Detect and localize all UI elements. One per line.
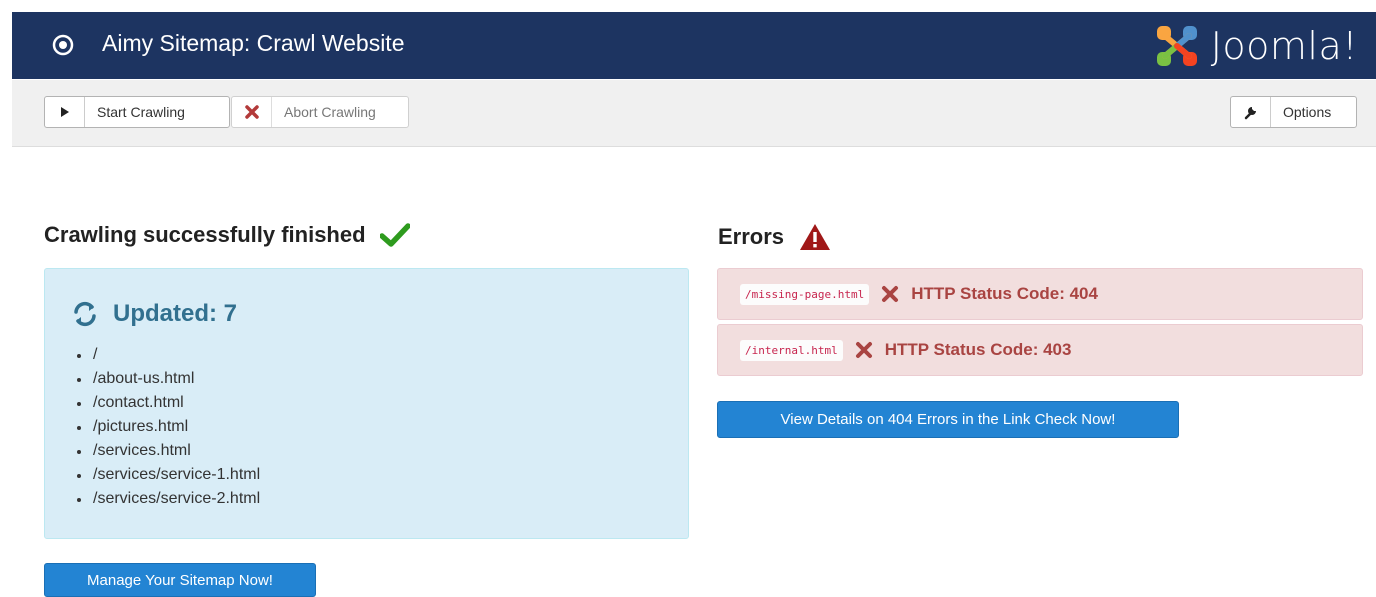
start-crawling-button[interactable]: Start Crawling <box>44 96 230 128</box>
wrench-icon <box>1231 97 1271 127</box>
joomla-logo: Joomla! <box>1153 22 1358 70</box>
error-status: HTTP Status Code: 403 <box>884 340 1072 359</box>
target-icon <box>52 34 74 56</box>
error-row: /missing-page.html HTTP Status Code: 404 <box>717 268 1363 320</box>
list-item: /services.html <box>91 439 260 463</box>
close-icon <box>881 285 899 303</box>
abort-crawling-button[interactable]: Abort Crawling <box>231 96 409 128</box>
crawl-status-text: Crawling successfully finished <box>44 222 366 247</box>
updated-panel: Updated: 7 / /about-us.html /contact.htm… <box>44 268 689 539</box>
checkmark-icon <box>379 223 410 247</box>
options-button[interactable]: Options <box>1230 96 1357 128</box>
close-icon <box>855 341 873 359</box>
close-icon <box>232 97 272 127</box>
warning-icon <box>800 224 831 250</box>
updated-count-text: Updated: 7 <box>113 300 238 327</box>
error-status: HTTP Status Code: 404 <box>911 284 1098 303</box>
joomla-logo-icon <box>1156 26 1197 66</box>
refresh-icon <box>74 301 96 327</box>
list-item: /services/service-2.html <box>91 487 260 511</box>
updated-pages-list: / /about-us.html /contact.html /pictures… <box>79 343 260 511</box>
toolbar: Start Crawling Abort Crawling Options <box>12 80 1376 147</box>
abort-crawling-label: Abort Crawling <box>284 104 376 120</box>
list-item: /about-us.html <box>91 367 260 391</box>
app-header: Aimy Sitemap: Crawl Website Joomla! <box>12 12 1376 79</box>
view-404-details-button[interactable]: View Details on 404 Errors in the Link C… <box>717 401 1179 438</box>
play-icon <box>45 97 85 127</box>
list-item: /services/service-1.html <box>91 463 260 487</box>
error-path: /missing-page.html <box>740 283 870 305</box>
error-row: /internal.html HTTP Status Code: 403 <box>717 324 1363 376</box>
error-path: /internal.html <box>740 339 843 361</box>
crawl-status-heading: Crawling successfully finished <box>44 222 410 248</box>
updated-title: Updated: 7 <box>71 300 237 328</box>
joomla-logo-text: Joomla! <box>1210 24 1358 68</box>
errors-heading: Errors <box>718 222 832 252</box>
errors-heading-text: Errors <box>718 224 785 249</box>
list-item: / <box>91 343 260 367</box>
manage-sitemap-button[interactable]: Manage Your Sitemap Now! <box>44 563 316 597</box>
page-title: Aimy Sitemap: Crawl Website <box>102 30 405 56</box>
start-crawling-label: Start Crawling <box>97 104 185 120</box>
options-label: Options <box>1283 104 1332 120</box>
list-item: /pictures.html <box>91 415 260 439</box>
list-item: /contact.html <box>91 391 260 415</box>
